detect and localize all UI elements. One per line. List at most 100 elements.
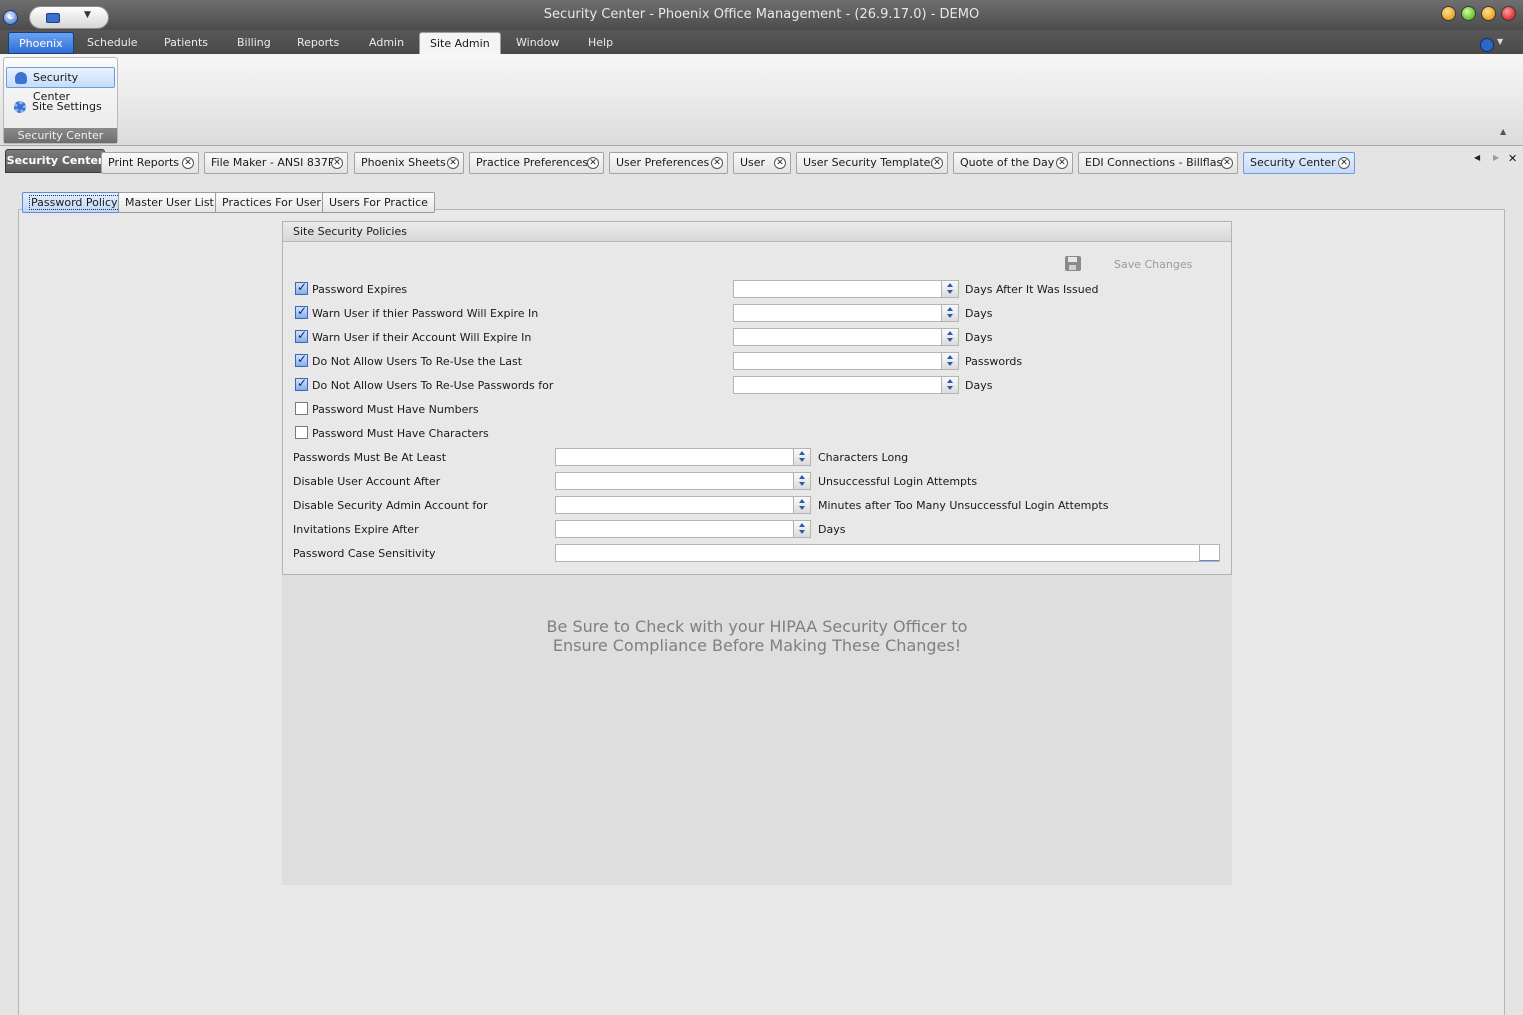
- tab-password-policy[interactable]: Password Policy: [22, 192, 127, 213]
- tab-label: Password Policy: [29, 195, 120, 210]
- security-center-button[interactable]: Security Center: [6, 67, 115, 103]
- close-icon[interactable]: ✕: [931, 157, 943, 169]
- menu-tab-patients[interactable]: Patients: [154, 32, 218, 54]
- invitations-expire-spinner[interactable]: [555, 520, 811, 538]
- tab-users-for-practice[interactable]: Users For Practice: [322, 192, 435, 213]
- doc-tab-print-reports[interactable]: Print Reports ✕: [101, 152, 199, 174]
- doc-tab-label: Quote of the Day: [960, 156, 1055, 169]
- warn-password-expire-spinner[interactable]: [733, 304, 959, 322]
- doc-tab-user[interactable]: User ✕: [733, 152, 791, 174]
- maximize-button[interactable]: [1481, 6, 1496, 21]
- spinner-arrows-icon[interactable]: [941, 377, 958, 393]
- dropdown-button[interactable]: [1199, 545, 1219, 561]
- disable-user-spinner[interactable]: [555, 472, 811, 490]
- doc-tab-edi-connections[interactable]: EDI Connections - Billflash ✕: [1078, 152, 1238, 174]
- menu-tab-phoenix[interactable]: Phoenix: [8, 32, 74, 54]
- ribbon-group-security: Security Center Site Settings Security C…: [3, 57, 118, 144]
- min-length-spinner[interactable]: [555, 448, 811, 466]
- warn-password-expire-unit: Days: [965, 307, 993, 320]
- ribbon-panel: Security Center Site Settings Security C…: [0, 54, 1523, 146]
- spinner-arrows-icon[interactable]: [941, 353, 958, 369]
- spinner-arrows-icon[interactable]: [793, 473, 810, 489]
- doc-tab-user-security-templates[interactable]: User Security Templates ✕: [796, 152, 948, 174]
- hipaa-note-line-1: Be Sure to Check with your HIPAA Securit…: [546, 617, 968, 636]
- spinner-arrows-icon[interactable]: [793, 497, 810, 513]
- doc-tab-quote-of-the-day[interactable]: Quote of the Day ✕: [953, 152, 1073, 174]
- warn-account-expire-checkbox[interactable]: [295, 328, 308, 343]
- doc-tab-label: Phoenix Sheets: [361, 156, 446, 169]
- close-icon[interactable]: ✕: [1221, 157, 1233, 169]
- menu-tab-reports[interactable]: Reports: [287, 32, 349, 54]
- site-settings-button-label: Site Settings: [32, 100, 102, 113]
- disable-admin-spinner[interactable]: [555, 496, 811, 514]
- doc-tab-file-maker[interactable]: File Maker - ANSI 837P ✕: [204, 152, 348, 174]
- collapse-ribbon-icon[interactable]: ▲: [1500, 127, 1506, 136]
- warn-account-expire-spinner[interactable]: [733, 328, 959, 346]
- gear-icon: [14, 101, 26, 113]
- menu-tab-help[interactable]: Help: [578, 32, 623, 54]
- options-icon[interactable]: [1480, 38, 1494, 52]
- warn-password-expire-label: Warn User if thier Password Will Expire …: [312, 307, 539, 320]
- must-have-numbers-label: Password Must Have Numbers: [312, 403, 479, 416]
- spinner-arrows-icon[interactable]: [941, 281, 958, 297]
- doc-tab-phoenix-sheets[interactable]: Phoenix Sheets ✕: [354, 152, 464, 174]
- spinner-arrows-icon[interactable]: [941, 329, 958, 345]
- no-reuse-last-checkbox[interactable]: [295, 352, 308, 367]
- help-window-button[interactable]: [1441, 6, 1456, 21]
- scroll-right-icon[interactable]: ▶: [1493, 153, 1499, 162]
- spinner-arrows-icon[interactable]: [941, 305, 958, 321]
- must-have-characters-checkbox[interactable]: [295, 426, 308, 439]
- site-settings-button[interactable]: Site Settings: [6, 97, 115, 118]
- warn-password-expire-checkbox[interactable]: [295, 304, 308, 319]
- password-expires-days-spinner[interactable]: [733, 280, 959, 298]
- close-window-button[interactable]: [1501, 6, 1516, 21]
- doc-tab-security-center[interactable]: Security Center ✕: [1243, 152, 1355, 174]
- doc-tab-label: User: [740, 156, 766, 169]
- menu-tab-billing[interactable]: Billing: [227, 32, 281, 54]
- close-icon[interactable]: ✕: [447, 157, 459, 169]
- must-have-numbers-checkbox[interactable]: [295, 402, 308, 415]
- warn-account-expire-unit: Days: [965, 331, 993, 344]
- close-icon[interactable]: ✕: [1508, 152, 1517, 165]
- window-title: Security Center - Phoenix Office Managem…: [543, 7, 980, 22]
- spinner-arrows-icon[interactable]: [793, 449, 810, 465]
- scroll-left-icon[interactable]: ◀: [1474, 153, 1480, 162]
- close-icon[interactable]: ✕: [587, 157, 599, 169]
- no-reuse-last-spinner[interactable]: [733, 352, 959, 370]
- doc-tab-practice-preferences[interactable]: Practice Preferences ✕: [469, 152, 604, 174]
- close-icon[interactable]: ✕: [1338, 157, 1350, 169]
- menu-tab-window[interactable]: Window: [506, 32, 569, 54]
- menu-tab-admin[interactable]: Admin: [359, 32, 414, 54]
- spinner-arrows-icon[interactable]: [793, 521, 810, 537]
- tab-practices-for-user[interactable]: Practices For User: [215, 192, 328, 213]
- close-icon[interactable]: ✕: [1056, 157, 1068, 169]
- invitations-expire-unit: Days: [818, 523, 846, 536]
- hipaa-note-line-2: Ensure Compliance Before Making These Ch…: [552, 636, 962, 655]
- home-tab-security-center[interactable]: Security Center: [5, 149, 105, 173]
- ribbon-group-caption: Security Center: [4, 128, 117, 143]
- must-have-characters-label: Password Must Have Characters: [312, 427, 489, 440]
- no-reuse-days-spinner[interactable]: [733, 376, 959, 394]
- no-reuse-last-unit: Passwords: [965, 355, 1023, 368]
- disable-user-unit: Unsuccessful Login Attempts: [818, 475, 978, 488]
- password-expires-checkbox[interactable]: [295, 280, 308, 295]
- no-reuse-days-checkbox[interactable]: [295, 376, 308, 391]
- password-expires-unit: Days After It Was Issued: [965, 283, 1099, 296]
- chevron-down-icon[interactable]: ▼: [1497, 37, 1503, 46]
- close-icon[interactable]: ✕: [331, 157, 343, 169]
- case-sensitivity-label: Password Case Sensitivity: [293, 547, 436, 560]
- menu-tab-schedule[interactable]: Schedule: [77, 32, 148, 54]
- case-sensitivity-dropdown[interactable]: [555, 544, 1220, 562]
- save-changes-button[interactable]: Save Changes: [1114, 258, 1192, 271]
- disable-user-label: Disable User Account After: [293, 475, 441, 488]
- doc-tab-label: File Maker - ANSI 837P: [211, 156, 335, 169]
- minimize-button[interactable]: [1461, 6, 1476, 21]
- save-icon[interactable]: [1065, 256, 1081, 271]
- close-icon[interactable]: ✕: [711, 157, 723, 169]
- tab-master-user-list[interactable]: Master User List: [118, 192, 221, 213]
- group-header: Site Security Policies: [283, 222, 1231, 242]
- menu-tab-site-admin[interactable]: Site Admin: [419, 32, 501, 54]
- doc-tab-user-preferences[interactable]: User Preferences ✕: [609, 152, 728, 174]
- close-icon[interactable]: ✕: [774, 157, 786, 169]
- close-icon[interactable]: ✕: [182, 157, 194, 169]
